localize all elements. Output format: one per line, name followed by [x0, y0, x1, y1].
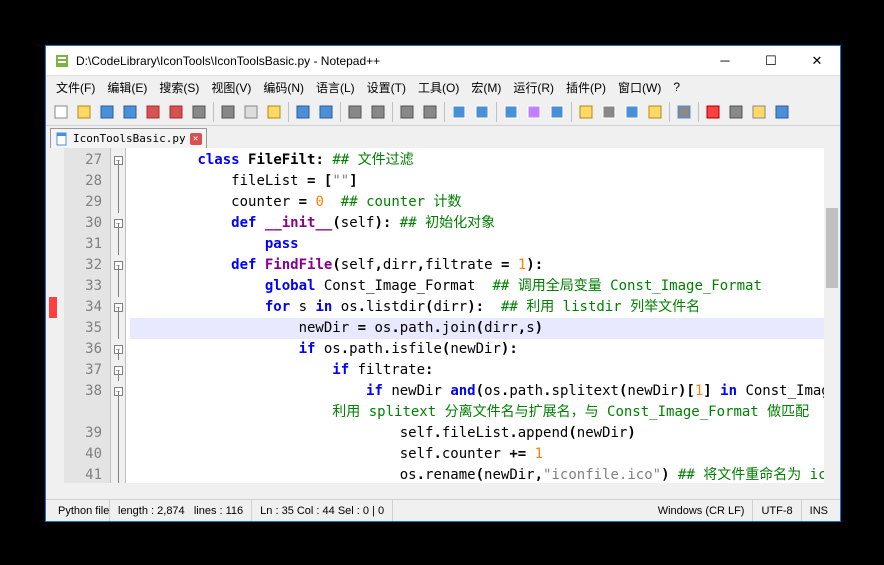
record-icon[interactable] — [702, 101, 724, 123]
zoom-in-icon[interactable] — [396, 101, 418, 123]
wrap-icon[interactable] — [500, 101, 522, 123]
menu-item[interactable]: 编辑(E) — [101, 77, 153, 98]
menu-item[interactable]: 设置(T) — [361, 77, 412, 98]
sync-v-icon[interactable] — [448, 101, 470, 123]
save-all-icon[interactable] — [119, 101, 141, 123]
close-button[interactable]: ✕ — [794, 46, 840, 76]
close-icon[interactable] — [142, 101, 164, 123]
code-line[interactable]: 利用 splitext 分离文件名与扩展名，与 Const_Image_Form… — [130, 402, 840, 423]
play-icon[interactable] — [725, 101, 747, 123]
func-list-icon[interactable] — [621, 101, 643, 123]
cut-icon[interactable] — [217, 101, 239, 123]
menu-item[interactable]: 插件(P) — [560, 77, 612, 98]
file-tab[interactable]: IconToolsBasic.py ✕ — [50, 128, 207, 148]
redo-icon[interactable] — [315, 101, 337, 123]
open-icon[interactable] — [73, 101, 95, 123]
toolbar — [46, 98, 840, 126]
statusbar: Python file length : 2,874 lines : 116 L… — [46, 499, 840, 521]
indent-icon[interactable] — [546, 101, 568, 123]
code-line[interactable]: if newDir and(os.path.splitext(newDir)[1… — [130, 381, 840, 402]
undo-icon[interactable] — [292, 101, 314, 123]
line-numbers: 27282930313233343536373839404142 — [64, 148, 110, 483]
title-text: D:\CodeLibrary\IconTools\IconToolsBasic.… — [76, 54, 702, 68]
close-all-icon[interactable] — [165, 101, 187, 123]
code-line[interactable]: if filtrate: — [130, 360, 840, 381]
all-chars-icon[interactable] — [523, 101, 545, 123]
tab-close-icon[interactable]: ✕ — [190, 133, 202, 145]
play-multi-icon[interactable] — [748, 101, 770, 123]
menu-item[interactable]: 搜索(S) — [153, 77, 205, 98]
menu-item[interactable]: 窗口(W) — [612, 77, 667, 98]
code-line[interactable]: class FileFilt: ## 文件过滤 — [130, 150, 840, 171]
fold-column: −−−−−−−− — [110, 148, 126, 483]
menu-item[interactable]: 视图(V) — [205, 77, 257, 98]
save-icon[interactable] — [96, 101, 118, 123]
status-eol: Windows (CR LF) — [650, 500, 754, 521]
menu-item[interactable]: 语言(L) — [310, 77, 361, 98]
status-encoding: UTF-8 — [753, 500, 801, 521]
tabbar: IconToolsBasic.py ✕ — [46, 126, 840, 148]
menu-item[interactable]: ? — [667, 78, 686, 96]
code-line[interactable]: newDir = os.path.join(dirr,s) — [130, 318, 840, 339]
new-file-icon[interactable] — [50, 101, 72, 123]
code-line[interactable]: os.rename(newDir,"iconfile.ico") ## 将文件重… — [130, 465, 840, 483]
code-line[interactable]: for s in os.listdir(dirr): ## 利用 listdir… — [130, 297, 840, 318]
titlebar: D:\CodeLibrary\IconTools\IconToolsBasic.… — [46, 46, 840, 76]
zoom-out-icon[interactable] — [419, 101, 441, 123]
code-area[interactable]: class FileFilt: ## 文件过滤 fileList = [""] … — [126, 148, 840, 483]
code-line[interactable]: self.counter += 1 — [130, 444, 840, 465]
doc-map-icon[interactable] — [598, 101, 620, 123]
code-line[interactable]: global Const_Image_Format ## 调用全局变量 Cons… — [130, 276, 840, 297]
code-line[interactable]: counter = 0 ## counter 计数 — [130, 192, 840, 213]
scrollbar-thumb[interactable] — [826, 208, 838, 288]
status-mode: INS — [802, 500, 836, 521]
menu-item[interactable]: 宏(M) — [465, 77, 507, 98]
code-line[interactable]: fileList = [""] — [130, 171, 840, 192]
code-line[interactable]: pass — [130, 234, 840, 255]
maximize-button[interactable]: ☐ — [748, 46, 794, 76]
folder-icon[interactable] — [644, 101, 666, 123]
menu-item[interactable]: 运行(R) — [507, 77, 560, 98]
code-line[interactable]: def FindFile(self,dirr,filtrate = 1): — [130, 255, 840, 276]
minimize-button[interactable]: ─ — [702, 46, 748, 76]
menu-item[interactable]: 编码(N) — [257, 77, 310, 98]
menubar: 文件(F)编辑(E)搜索(S)视图(V)编码(N)语言(L)设置(T)工具(O)… — [46, 76, 840, 98]
find-icon[interactable] — [344, 101, 366, 123]
save-macro-icon[interactable] — [771, 101, 793, 123]
status-position: Ln : 35 Col : 44 Sel : 0 | 0 — [252, 500, 393, 521]
code-line[interactable]: self.fileList.append(newDir) — [130, 423, 840, 444]
menu-item[interactable]: 文件(F) — [50, 77, 101, 98]
menu-item[interactable]: 工具(O) — [412, 77, 465, 98]
editor: 27282930313233343536373839404142 −−−−−−−… — [46, 148, 840, 483]
marker-column — [46, 148, 64, 483]
vertical-scrollbar[interactable] — [824, 148, 840, 483]
code-line[interactable]: if os.path.isfile(newDir): — [130, 339, 840, 360]
sync-h-icon[interactable] — [471, 101, 493, 123]
status-file-type: Python file — [50, 500, 110, 521]
horizontal-scrollbar[interactable] — [46, 483, 840, 499]
monitor-icon[interactable] — [673, 101, 695, 123]
status-length: length : 2,874 lines : 116 — [110, 500, 252, 521]
tab-label: IconToolsBasic.py — [73, 132, 186, 145]
lang-icon[interactable] — [575, 101, 597, 123]
app-icon — [54, 53, 70, 69]
copy-icon[interactable] — [240, 101, 262, 123]
file-icon — [55, 132, 69, 146]
app-window: D:\CodeLibrary\IconTools\IconToolsBasic.… — [45, 45, 841, 522]
code-line[interactable]: def __init__(self): ## 初始化对象 — [130, 213, 840, 234]
replace-icon[interactable] — [367, 101, 389, 123]
paste-icon[interactable] — [263, 101, 285, 123]
print-icon[interactable] — [188, 101, 210, 123]
